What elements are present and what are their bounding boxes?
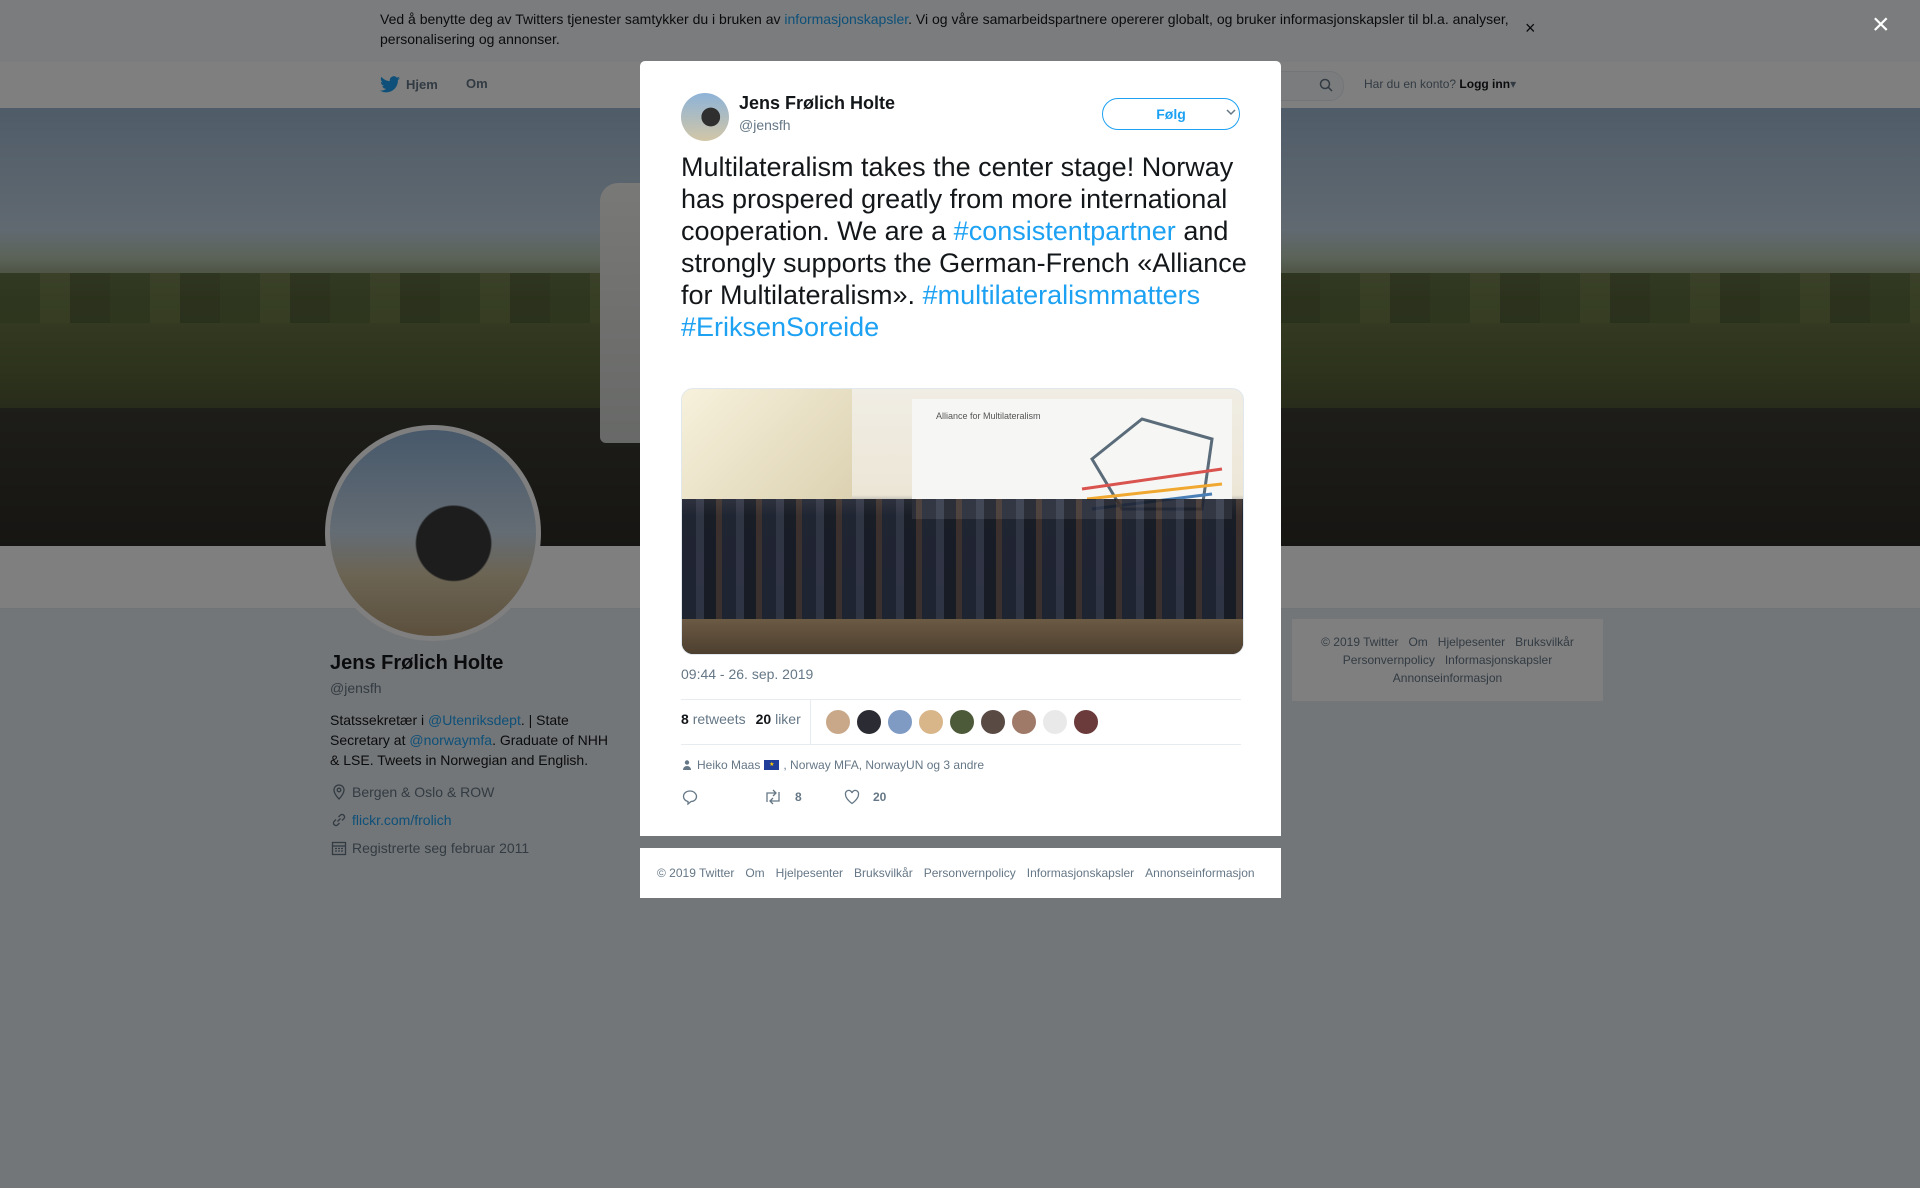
retweet-count: 8 — [795, 790, 802, 804]
hashtag-link[interactable]: #multilateralismmatters — [923, 280, 1201, 310]
liker-avatar[interactable] — [1011, 709, 1037, 735]
retweet-icon — [766, 789, 780, 805]
tweet-text: Multilateralism takes the center stage! … — [681, 152, 1247, 342]
heart-icon — [844, 789, 860, 805]
author-handle[interactable]: @jensfh — [739, 117, 791, 133]
hashtag-link[interactable]: #EriksenSoreide — [681, 312, 879, 342]
eu-flag-icon: ★ — [764, 760, 780, 770]
photo-screen — [682, 389, 852, 499]
hashtag-link[interactable]: #consistentpartner — [954, 216, 1176, 246]
like-button[interactable]: 20 — [843, 788, 886, 806]
stats-separator — [810, 700, 811, 744]
modal-footer: © 2019 Twitter Om Hjelpesenter Bruksvilk… — [640, 848, 1281, 898]
close-modal-button[interactable]: × — [1872, 10, 1890, 40]
tweet-timestamp[interactable]: 09:44 - 26. sep. 2019 — [681, 666, 813, 682]
chevron-down-icon[interactable] — [1224, 105, 1238, 124]
context-name[interactable]: Heiko Maas — [697, 758, 760, 772]
person-icon — [683, 760, 691, 770]
reply-icon — [682, 790, 698, 806]
retweet-button[interactable]: 8 — [763, 788, 843, 806]
tweet-context: Heiko Maas ★, Norway MFA, NorwayUN og 3 … — [681, 758, 984, 772]
liker-avatar[interactable] — [856, 709, 882, 735]
tweet-modal: Jens Frølich Holte @jensfh Følg Multilat… — [640, 61, 1281, 836]
liker-avatar[interactable] — [1042, 709, 1068, 735]
author-avatar[interactable] — [681, 93, 729, 141]
likes-stat[interactable]: 20 liker — [756, 711, 801, 727]
footer-link[interactable]: Bruksvilkår — [854, 866, 913, 880]
liker-avatars — [825, 709, 1099, 735]
footer-link[interactable]: © 2019 Twitter — [657, 866, 734, 880]
photo-desks — [682, 619, 1243, 654]
divider — [681, 744, 1241, 745]
liker-avatar[interactable] — [825, 709, 851, 735]
footer-link[interactable]: Informasjonskapsler — [1027, 866, 1134, 880]
liker-avatar[interactable] — [949, 709, 975, 735]
footer-link[interactable]: Personvernpolicy — [924, 866, 1016, 880]
footer-link[interactable]: Om — [745, 866, 764, 880]
retweets-stat[interactable]: 8 retweets — [681, 711, 746, 727]
photo-board-title: Alliance for Multilateralism — [936, 411, 1041, 421]
footer-link[interactable]: Hjelpesenter — [776, 866, 843, 880]
liker-avatar[interactable] — [1073, 709, 1099, 735]
tweet-photo[interactable]: Alliance for Multilateralism — [681, 388, 1244, 655]
tweet-actions: 8 20 — [681, 788, 886, 806]
divider — [681, 699, 1241, 700]
author-name[interactable]: Jens Frølich Holte — [739, 93, 895, 114]
liker-avatar[interactable] — [980, 709, 1006, 735]
tweet-stats: 8 retweets 20 liker — [681, 711, 801, 727]
liker-avatar[interactable] — [887, 709, 913, 735]
like-count: 20 — [873, 790, 887, 804]
context-names[interactable]: , Norway MFA, NorwayUN og 3 andre — [783, 758, 984, 772]
follow-button[interactable]: Følg — [1102, 98, 1240, 130]
footer-link[interactable]: Annonseinformasjon — [1145, 866, 1254, 880]
liker-avatar[interactable] — [918, 709, 944, 735]
reply-button[interactable] — [681, 788, 763, 806]
